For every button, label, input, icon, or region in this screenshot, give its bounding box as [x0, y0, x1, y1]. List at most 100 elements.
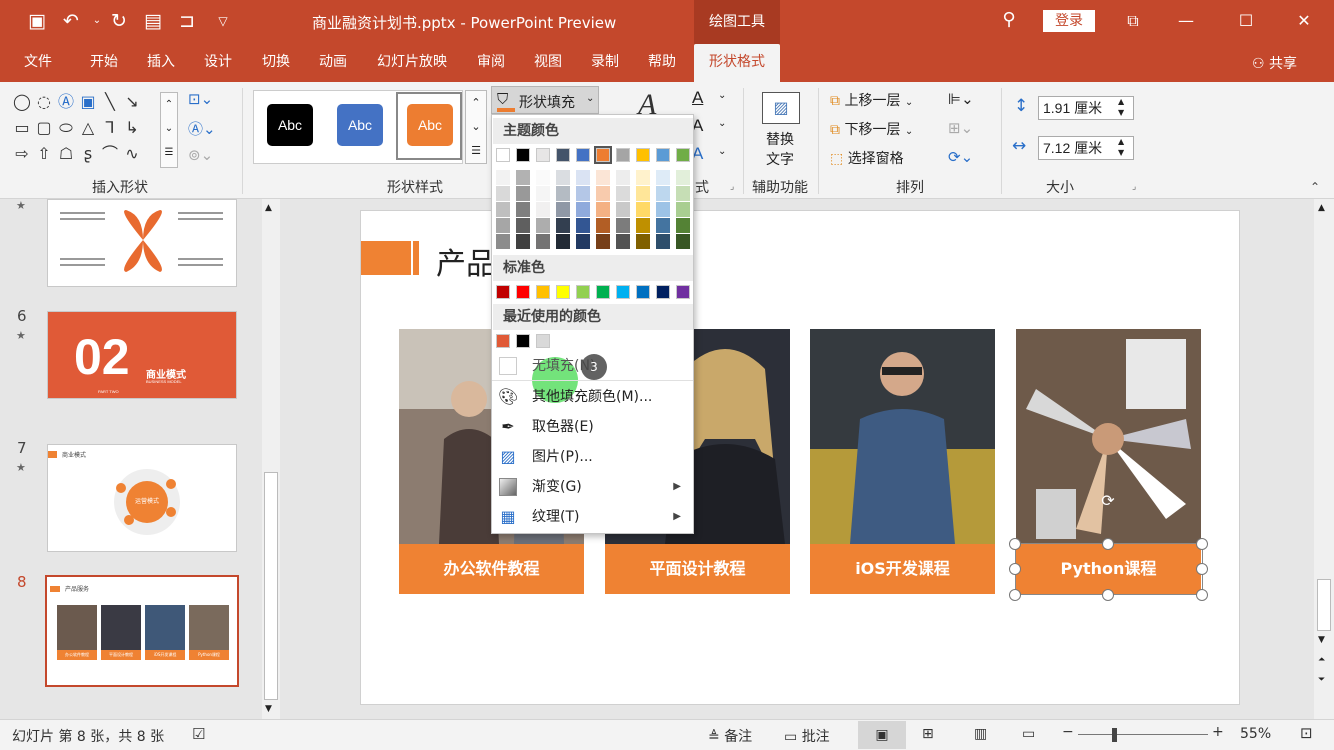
theme-shade-swatch[interactable]	[636, 186, 650, 201]
style-sample-orange[interactable]: Abc	[407, 104, 453, 146]
login-button[interactable]: 登录	[1043, 10, 1095, 32]
tab-design[interactable]: 设计	[194, 44, 242, 82]
minimize-icon[interactable]: —	[1170, 6, 1202, 36]
scroll-up-icon[interactable]: ▲	[265, 203, 272, 213]
thumbnail-scrollbar[interactable]: ▲ ▼	[262, 199, 280, 719]
fit-to-window-icon[interactable]: ⊡	[1300, 724, 1313, 742]
theme-color-swatch[interactable]	[576, 148, 590, 162]
search-icon[interactable]: ⚲	[996, 9, 1022, 35]
theme-shade-swatch[interactable]	[556, 186, 570, 201]
theme-shade-swatch[interactable]	[516, 170, 530, 185]
theme-shade-swatch[interactable]	[656, 186, 670, 201]
theme-color-swatch[interactable]	[636, 148, 650, 162]
picture-fill-item[interactable]: ▨ 图片(P)...	[492, 442, 693, 472]
theme-shade-swatch[interactable]	[576, 170, 590, 185]
tab-shape-format[interactable]: 形状格式	[694, 44, 780, 82]
present-icon[interactable]: ▤	[140, 8, 166, 34]
theme-shade-swatch[interactable]	[656, 218, 670, 233]
redo-icon[interactable]: ↻	[106, 8, 132, 34]
vertical-textbox-icon[interactable]: ▣	[78, 92, 98, 112]
slide-thumbnail-7[interactable]: 商业模式 运营模式	[47, 444, 237, 552]
arc-icon[interactable]: ⌒	[100, 144, 120, 164]
height-spinner[interactable]: ▲ ▼	[1118, 96, 1124, 118]
standard-color-swatch[interactable]	[516, 285, 530, 299]
freeform-icon[interactable]: ☖	[56, 144, 76, 164]
notes-button[interactable]: ≜ 备注	[708, 726, 752, 746]
selection-pane-button[interactable]: ⬚ 选择窗格	[830, 148, 904, 168]
rotate-icon[interactable]: ⟳⌄	[948, 148, 973, 166]
zoom-in-icon[interactable]: +	[1212, 724, 1224, 740]
theme-color-swatch[interactable]	[556, 148, 570, 162]
resize-handle[interactable]	[1196, 538, 1208, 550]
chevron-down-icon[interactable]: ⌄	[718, 146, 726, 157]
chevron-down-icon[interactable]: ⌄	[718, 118, 726, 129]
textbox-icon[interactable]: Ⓐ	[56, 92, 76, 112]
zoom-slider-thumb[interactable]	[1112, 728, 1117, 742]
slideshow-icon[interactable]: ▭	[1022, 726, 1035, 742]
theme-shade-swatch[interactable]	[516, 218, 530, 233]
theme-color-swatch[interactable]	[656, 148, 670, 162]
line-icon[interactable]: ╲	[100, 92, 120, 112]
theme-shade-swatch[interactable]	[576, 218, 590, 233]
curve-icon[interactable]: ∿	[122, 144, 142, 164]
rotate-handle-icon[interactable]: ⟳	[1099, 492, 1117, 510]
theme-shade-swatch[interactable]	[656, 170, 670, 185]
theme-shade-swatch[interactable]	[536, 170, 550, 185]
zoom-out-icon[interactable]: −	[1062, 724, 1074, 740]
theme-shade-swatch[interactable]	[496, 202, 510, 217]
align-icon[interactable]: ⊫⌄	[948, 90, 974, 108]
tab-file[interactable]: 文件	[14, 44, 62, 82]
send-backward-button[interactable]: ⧉ 下移一层 ⌄	[830, 119, 913, 139]
collapse-ribbon-icon[interactable]: ⌃	[1310, 180, 1320, 194]
theme-shade-swatch[interactable]	[636, 170, 650, 185]
close-icon[interactable]: ✕	[1288, 6, 1320, 36]
resize-handle[interactable]	[1196, 563, 1208, 575]
alt-text-icon[interactable]: ▨	[762, 92, 800, 124]
theme-shade-swatch[interactable]	[496, 218, 510, 233]
theme-color-swatch[interactable]	[616, 148, 630, 162]
resize-handle[interactable]	[1196, 589, 1208, 601]
standard-color-swatch[interactable]	[576, 285, 590, 299]
theme-shade-swatch[interactable]	[616, 218, 630, 233]
ribbon-display-icon[interactable]: ⧉	[1117, 6, 1149, 36]
theme-shade-swatch[interactable]	[676, 202, 690, 217]
share-button[interactable]: ⚇ 共享	[1252, 53, 1297, 73]
open-folder-icon[interactable]: ⊐	[174, 8, 200, 34]
no-fill-item[interactable]: 无填充(N) 3	[492, 351, 693, 403]
theme-shade-swatch[interactable]	[656, 202, 670, 217]
theme-color-swatch[interactable]	[516, 148, 530, 162]
bring-forward-button[interactable]: ⧉ 上移一层 ⌄	[830, 90, 913, 110]
slide-sorter-icon[interactable]: ⊞	[922, 726, 934, 742]
dialog-launcher-icon[interactable]: ⌟	[730, 182, 734, 192]
style-gallery-scroll[interactable]: ⌃ ⌄ ☰	[465, 90, 487, 164]
scribble-icon[interactable]: ʂ	[78, 144, 98, 164]
slide-thumbnail-8[interactable]: 产品服务 办公软件教程 平面设计教程 iOS开发课程 Python课程	[45, 575, 239, 687]
theme-shade-swatch[interactable]	[596, 170, 610, 185]
theme-shade-swatch[interactable]	[596, 186, 610, 201]
tab-view[interactable]: 视图	[524, 44, 572, 82]
theme-shade-swatch[interactable]	[616, 170, 630, 185]
theme-shade-swatch[interactable]	[596, 234, 610, 249]
theme-shade-swatch[interactable]	[636, 234, 650, 249]
gradient-fill-item[interactable]: 渐变(G) ▶	[492, 472, 693, 502]
resize-handle[interactable]	[1102, 538, 1114, 550]
standard-color-swatch[interactable]	[596, 285, 610, 299]
tab-animations[interactable]: 动画	[309, 44, 357, 82]
recent-color-swatch[interactable]	[496, 334, 510, 348]
standard-color-swatch[interactable]	[676, 285, 690, 299]
standard-color-swatch[interactable]	[496, 285, 510, 299]
standard-color-swatch[interactable]	[556, 285, 570, 299]
previous-slide-icon[interactable]: ⏶	[1318, 655, 1325, 665]
accessibility-check-icon[interactable]: ☑	[192, 725, 205, 743]
dialog-launcher-icon[interactable]: ⌟	[1132, 182, 1136, 192]
theme-shade-swatch[interactable]	[556, 218, 570, 233]
theme-shade-swatch[interactable]	[596, 218, 610, 233]
alt-text-button[interactable]: 替换 文字	[766, 130, 794, 170]
theme-shade-swatch[interactable]	[616, 202, 630, 217]
draw-textbox-icon[interactable]: Ⓐ⌄	[188, 118, 216, 139]
resize-handle[interactable]	[1009, 538, 1021, 550]
slide-thumbnail-5[interactable]	[47, 199, 237, 287]
theme-shade-swatch[interactable]	[536, 186, 550, 201]
theme-shade-swatch[interactable]	[576, 186, 590, 201]
theme-shade-swatch[interactable]	[596, 202, 610, 217]
